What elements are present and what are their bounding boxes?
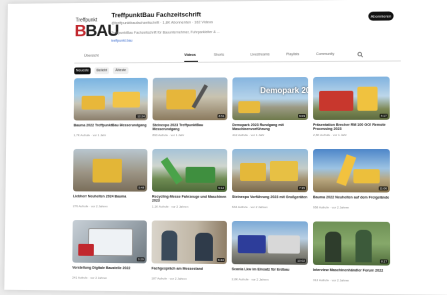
video-meta: 312 Aufrufe · vor 2 Jahren (313, 278, 349, 282)
video-meta: 2,8K Aufrufe · vor 2 Jahren (232, 277, 269, 281)
video-thumbnail[interactable]: 12:24 (74, 78, 148, 121)
video-meta: 1,1K Aufrufe · vor 2 Jahren (152, 205, 188, 209)
video-duration: 4:17 (380, 114, 388, 118)
tab-videos[interactable]: Videos (184, 53, 196, 57)
video-title[interactable]: Demopark 2023 Rundgang mit Maschinenvorf… (232, 123, 308, 132)
video-duration: 3:29 (137, 257, 145, 261)
chip-popular[interactable]: Beliebt (94, 67, 109, 74)
video-title[interactable]: Fachgespräch am Messestand (151, 266, 226, 271)
video-meta: 276 Aufrufe · vor 2 Jahren (73, 204, 108, 208)
video-title[interactable]: Scania Lkw im Einsatz für Erdbau (232, 267, 308, 272)
video-title[interactable]: Bauma 2022 TreffpunktBau Messerundgang (74, 123, 148, 127)
video-duration: 7:35 (298, 186, 306, 190)
video-title[interactable]: Präsentation Brecher RM 100 GO! Remote P… (313, 123, 390, 132)
video-meta: 2,3K Aufrufe · vor 1 Jahr (313, 133, 347, 137)
video-duration: 12:24 (136, 114, 145, 118)
search-icon[interactable] (357, 52, 363, 59)
video-title[interactable]: Interview Maschinenhändler Forum 2022 (313, 268, 390, 273)
channel-meta: @treffpunktbaufachzeitschrift · 1,8K Abo… (111, 20, 213, 25)
chip-oldest[interactable]: Älteste (113, 67, 129, 74)
video-meta: 187 Aufrufe · vor 2 Jahren (151, 276, 186, 280)
video-duration: 11:06 (378, 186, 387, 190)
video-meta: 958 Aufrufe · vor 2 Jahren (313, 205, 349, 209)
video-thumbnail[interactable]: 4:17 (313, 77, 390, 120)
channel-page: Treffpunkt BBAU TreffpunktBau Fachzeitsc… (4, 0, 447, 295)
chip-newest[interactable]: Neueste (74, 67, 90, 74)
tab-community[interactable]: Community (316, 52, 334, 56)
video-thumbnail[interactable]: 6:44 (152, 220, 227, 264)
tab-shorts[interactable]: Shorts (214, 53, 224, 57)
video-title[interactable]: Recycling-Messe Fahrzeuge und Maschinen … (152, 195, 227, 204)
subscribe-button[interactable]: Abonnieren (368, 11, 393, 20)
video-meta: 1,7K Aufrufe · vor 1 Jahr (74, 133, 107, 137)
video-duration: 6:44 (217, 258, 225, 262)
channel-logo[interactable]: Treffpunkt BBAU (75, 17, 106, 45)
video-thumbnail[interactable]: Demopark 2023 6:03 (232, 77, 308, 120)
video-meta: 412 Aufrufe · vor 1 Jahr (232, 133, 264, 137)
video-thumbnail[interactable]: 5:48 (73, 149, 147, 192)
video-title[interactable]: Steinexpo Vorführung 2023 mit Großgeräte… (232, 195, 308, 200)
video-thumbnail[interactable]: 8:27 (313, 221, 390, 265)
channel-link[interactable]: treffpunkt.bau (111, 39, 132, 43)
video-duration: 10:02 (296, 259, 306, 263)
tab-livestreams[interactable]: Livestreams (250, 52, 269, 56)
video-meta: 241 Aufrufe · vor 2 Jahren (72, 276, 107, 280)
video-duration: 6:03 (298, 114, 306, 118)
tab-overview[interactable]: Übersicht (84, 54, 99, 58)
video-thumbnail[interactable]: 10:02 (232, 221, 308, 265)
video-title[interactable]: Vorstellung Digitale Baustelle 2022 (72, 266, 146, 271)
video-title[interactable]: Bauma 2022 Neuheiten auf dem Freigelände (313, 195, 390, 200)
video-duration: 8:27 (380, 259, 388, 263)
video-duration: 9:12 (217, 186, 225, 190)
channel-name: TreffpunktBau Fachzeitschrift (111, 12, 201, 20)
video-title[interactable]: Liebherr Neuheiten 2024 Bauma (73, 194, 147, 199)
video-duration: 5:48 (137, 186, 145, 190)
video-thumbnail[interactable]: 9:12 (152, 149, 227, 192)
video-thumbnail[interactable]: 7:35 (232, 149, 308, 192)
video-title[interactable]: Steinexpo 2023 TreffpunktBau Messerundga… (152, 123, 227, 132)
video-thumbnail[interactable]: 3:29 (72, 220, 147, 263)
video-thumbnail[interactable]: 8:51 (153, 77, 228, 120)
channel-description[interactable]: TreffpunktBau Fachzeitschrift für Bauunt… (111, 30, 258, 35)
video-thumbnail[interactable]: 11:06 (313, 149, 390, 192)
thumbnail-overlay-text: Demopark 2023 (260, 86, 308, 95)
video-meta: 893 Aufrufe · vor 1 Jahr (152, 133, 184, 137)
video-meta: 634 Aufrufe · vor 2 Jahren (232, 205, 268, 209)
tab-playlists[interactable]: Playlists (286, 52, 299, 56)
channel-tabs: Übersicht Videos Shorts Livestreams Play… (74, 50, 401, 63)
active-tab-indicator (184, 61, 198, 62)
video-duration: 8:51 (218, 114, 226, 118)
